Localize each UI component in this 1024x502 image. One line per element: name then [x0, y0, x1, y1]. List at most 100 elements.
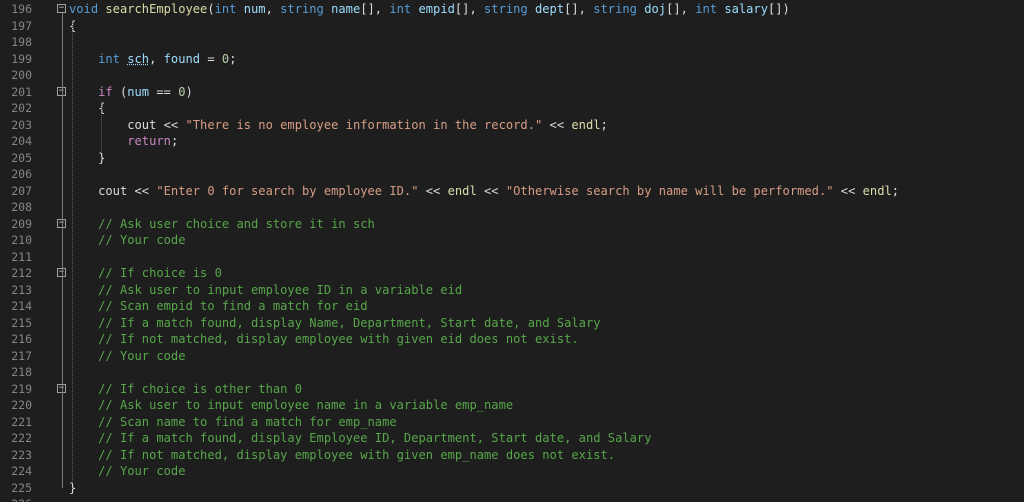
code-line[interactable]: 201− if (num == 0)	[0, 84, 1024, 101]
code-line[interactable]: 222 // If a match found, display Employe…	[0, 430, 1024, 447]
code-token: // Scan empid to find a match for eid	[98, 299, 368, 313]
code-line[interactable]: 220 // Ask user to input employee name i…	[0, 397, 1024, 414]
code-token: int	[98, 51, 120, 66]
code-line[interactable]: 212− // If choice is 0	[0, 265, 1024, 282]
line-number: 225	[11, 480, 32, 495]
code-line[interactable]: 203 cout << "There is no employee inform…	[0, 117, 1024, 134]
line-number: 204	[11, 134, 32, 148]
code-token: found	[163, 51, 201, 66]
code-line[interactable]: 198	[0, 34, 1024, 51]
code-text: // Your code	[69, 348, 186, 365]
code-line[interactable]: 209− // Ask user choice and store it in …	[0, 216, 1024, 233]
code-line[interactable]: 202 {	[0, 100, 1024, 117]
code-token: [],	[564, 2, 594, 16]
code-line[interactable]: 204 return;	[0, 133, 1024, 150]
code-token: name	[331, 2, 361, 16]
code-token: [])	[768, 2, 790, 16]
code-text: {	[69, 100, 105, 117]
code-text: // Ask user to input employee ID in a va…	[69, 282, 462, 299]
code-line[interactable]: 196 − void searchEmployee(int num, string …	[0, 1, 1024, 18]
line-number: 221	[11, 414, 32, 429]
line-number: 222	[11, 431, 32, 445]
code-token: // Ask user to input employee ID in a va…	[98, 282, 463, 297]
code-line[interactable]: 197{	[0, 18, 1024, 35]
code-line[interactable]: 223 // If not matched, display employee …	[0, 447, 1024, 464]
code-token: // If not matched, display employee with…	[98, 447, 616, 462]
code-token: // Your code	[98, 348, 186, 363]
line-number: 197	[11, 18, 32, 33]
code-token: ;	[229, 51, 237, 66]
code-line[interactable]: 224 // Your code	[0, 463, 1024, 480]
code-line[interactable]: 214 // Scan empid to find a match for ei…	[0, 298, 1024, 315]
code-line[interactable]: 217 // Your code	[0, 348, 1024, 365]
code-token: endl	[447, 183, 477, 198]
code-line[interactable]: 208	[0, 199, 1024, 216]
code-token: dept	[535, 2, 565, 16]
code-token: int	[214, 2, 237, 16]
code-token: searchEmployee	[105, 2, 208, 16]
code-token: endl	[571, 117, 601, 132]
code-line[interactable]: 226	[0, 496, 1024, 502]
code-token: ==	[149, 84, 179, 99]
code-line[interactable]: 215 // If a match found, display Name, D…	[0, 315, 1024, 332]
code-token: num	[243, 2, 266, 16]
line-number: 216	[11, 332, 32, 346]
line-number: 206	[11, 167, 32, 181]
code-line[interactable]: 213 // Ask user to input employee ID in …	[0, 282, 1024, 299]
code-token: "There is no employee information in the…	[185, 117, 543, 132]
code-token: string	[280, 2, 324, 16]
code-text: int sch, found = 0;	[69, 51, 236, 68]
code-text: // If not matched, display employee with…	[69, 447, 615, 464]
code-token: (	[112, 84, 128, 99]
code-token: // If choice is other than 0	[98, 381, 302, 396]
line-number: 218	[11, 365, 32, 379]
code-line[interactable]: 206	[0, 166, 1024, 183]
code-line[interactable]: 210 // Your code	[0, 232, 1024, 249]
code-token: int	[695, 2, 718, 16]
code-token: [],	[454, 2, 485, 16]
code-line[interactable]: 200	[0, 67, 1024, 84]
line-number: 209	[11, 216, 32, 231]
line-number: 220	[11, 398, 32, 412]
line-number: 201	[11, 84, 32, 99]
line-number: 226	[0, 496, 32, 502]
code-line[interactable]: 216 // If not matched, display employee …	[0, 331, 1024, 348]
code-line[interactable]: 225}	[0, 480, 1024, 497]
line-number: 196	[11, 2, 32, 16]
line-number: 199	[11, 51, 32, 66]
code-text: // If a match found, display Name, Depar…	[69, 315, 600, 332]
code-line[interactable]: 221 // Scan name to find a match for emp…	[0, 414, 1024, 431]
line-number: 203	[11, 117, 32, 132]
fold-bracket	[62, 392, 68, 471]
code-token: empid	[418, 2, 455, 16]
code-token: // If choice is 0	[98, 266, 222, 280]
code-token: if	[98, 84, 113, 99]
line-number: 212	[11, 266, 32, 280]
fold-bracket	[62, 227, 68, 240]
code-line[interactable]: 205 }	[0, 150, 1024, 167]
line-number: 219	[11, 381, 32, 396]
code-line[interactable]: 207 cout << "Enter 0 for search by emplo…	[0, 183, 1024, 200]
code-line[interactable]: 218	[0, 364, 1024, 381]
code-editor[interactable]: 196 − void searchEmployee(int num, string …	[0, 0, 1024, 502]
code-token: // If a match found, display Employee ID…	[98, 431, 652, 445]
line-number: 200	[11, 68, 32, 82]
code-token: // If not matched, display employee with…	[98, 332, 579, 346]
line-number: 210	[11, 233, 32, 247]
indent-guide	[72, 19, 73, 482]
code-line[interactable]: 211	[0, 249, 1024, 266]
code-token: )	[185, 84, 193, 99]
collapse-box-icon[interactable]: −	[57, 4, 66, 13]
code-token: num	[127, 84, 150, 99]
code-line[interactable]: 219− // If choice is other than 0	[0, 381, 1024, 398]
code-line[interactable]: 199 int sch, found = 0;	[0, 51, 1024, 68]
